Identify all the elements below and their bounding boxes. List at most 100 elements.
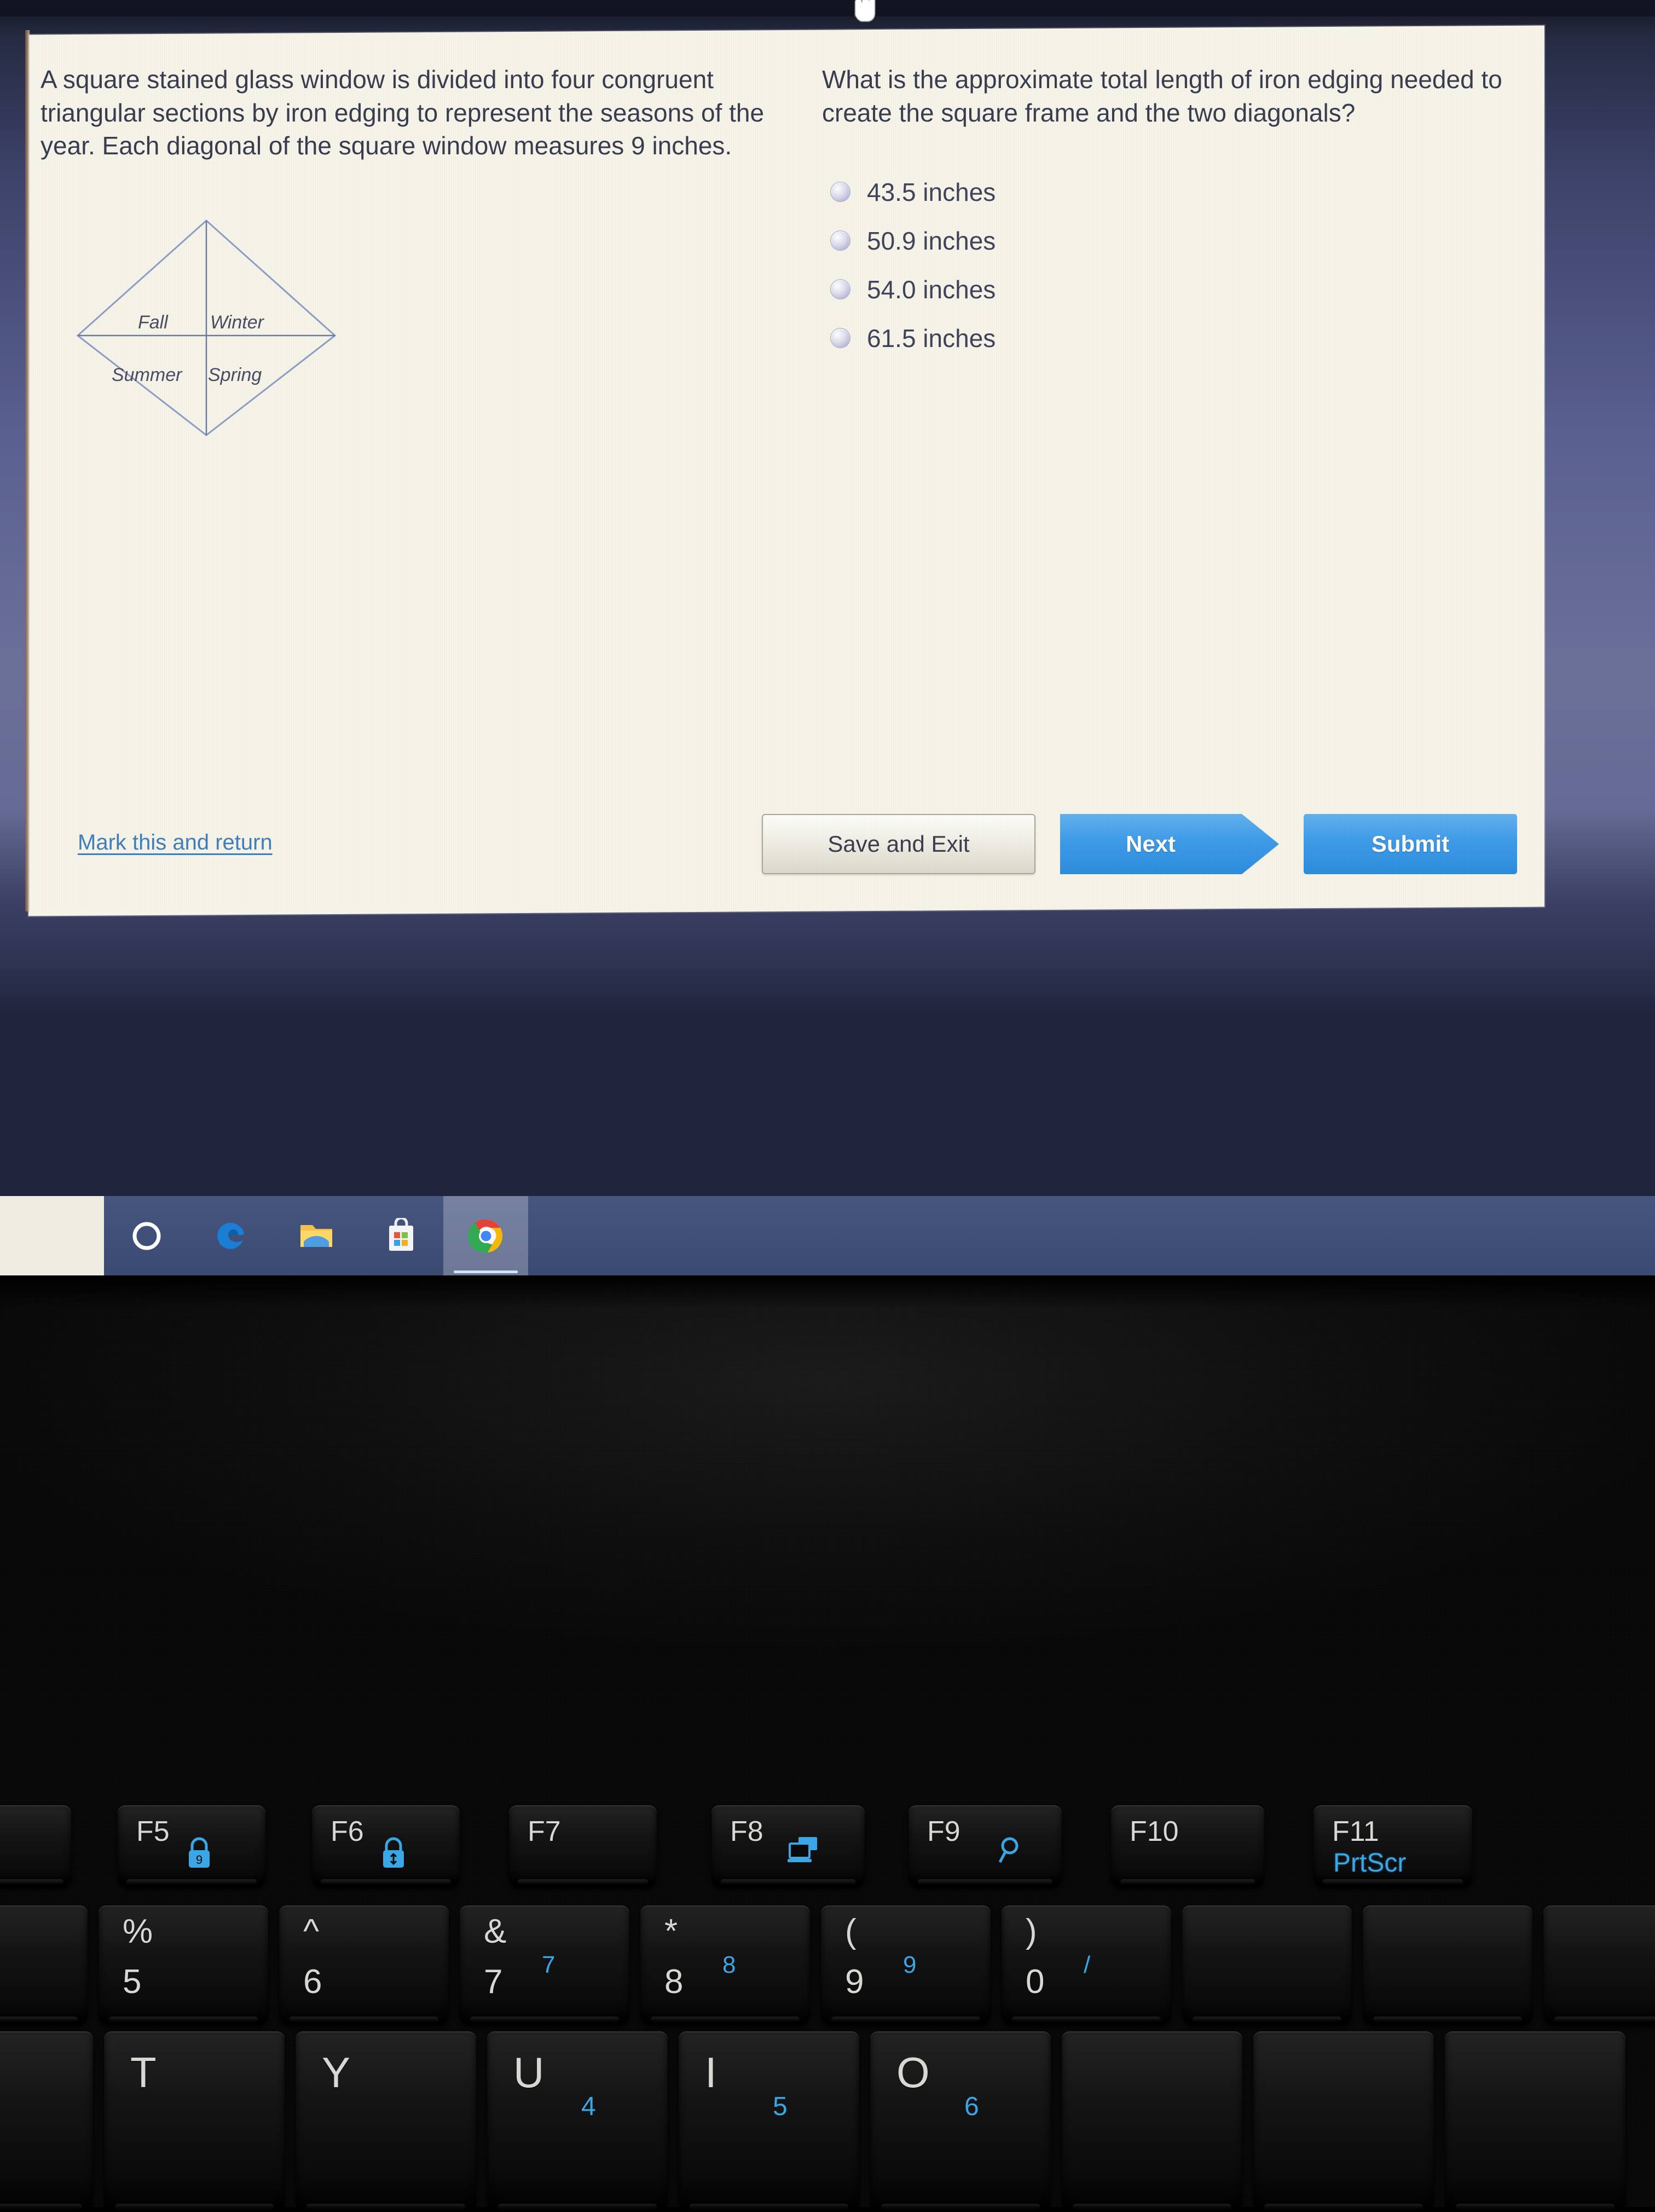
key-8-number: 8 — [664, 1963, 684, 2001]
edge-icon[interactable] — [189, 1196, 274, 1275]
question-prompt-text: What is the approximate total length of … — [822, 65, 1502, 127]
key-y-label: Y — [322, 2048, 351, 2097]
taskbar-left-panel — [0, 1196, 104, 1275]
key-8-symbol: * — [664, 1913, 678, 1950]
radio-button-3[interactable] — [830, 279, 850, 300]
season-label-fall: Fall — [138, 312, 168, 333]
key-o[interactable]: O 6 — [870, 2031, 1051, 2212]
laptop-keyboard: F4 F5 9 F6 — [0, 1801, 1655, 2212]
answer-options-group[interactable]: 43.5 inches 50.9 inches 54.0 inches 61.5… — [822, 168, 1506, 362]
hinge-shadow — [0, 1275, 1655, 1308]
radio-button-1[interactable] — [830, 182, 850, 203]
key-6[interactable]: ^ 6 — [279, 1905, 449, 2025]
next-button[interactable]: Next — [1060, 814, 1279, 874]
assessment-footer: Mark this and return Save and Exit Next … — [28, 796, 1544, 911]
key-o-label: O — [896, 2048, 930, 2097]
svg-text:9: 9 — [196, 1853, 202, 1867]
key-0-symbol: ) — [1026, 1913, 1037, 1950]
key-5[interactable]: % 5 — [99, 1905, 268, 2025]
key-t-label: T — [130, 2048, 157, 2097]
laptop-screen: A square stained glass window is divided… — [0, 0, 1655, 1284]
key-f4[interactable]: F4 — [0, 1805, 71, 1887]
key-f10-label: F10 — [1130, 1816, 1179, 1847]
panel-left-edge — [25, 30, 30, 911]
key-8-numpad-label: 8 — [722, 1951, 736, 1978]
key-u-label: U — [513, 2048, 545, 2097]
season-label-spring: Spring — [208, 365, 262, 385]
key-7-number: 7 — [484, 1963, 503, 2001]
key-minus[interactable] — [1182, 1905, 1352, 2025]
key-f11-label: F11 — [1332, 1816, 1379, 1847]
key-f9[interactable]: F9 — [908, 1805, 1062, 1887]
key-5-number: 5 — [123, 1963, 142, 2001]
submit-button[interactable]: Submit — [1304, 814, 1517, 874]
assessment-panel: A square stained glass window is divided… — [25, 25, 1544, 916]
key-f11[interactable]: F11 PrtScr — [1313, 1805, 1472, 1887]
key-9-number: 9 — [845, 1963, 864, 2001]
key-5-symbol: % — [123, 1913, 153, 1950]
key-f6[interactable]: F6 — [312, 1805, 460, 1887]
search-icon — [996, 1835, 1043, 1870]
function-key-row: F4 F5 9 F6 — [0, 1801, 1655, 1902]
number-key-row: $ % 5 ^ 6 & 7 7 * 8 8 ( 9 9 ) 0 / — [0, 1902, 1655, 2028]
key-9[interactable]: ( 9 9 — [821, 1905, 991, 2025]
answer-option-3[interactable]: 54.0 inches — [830, 265, 1506, 314]
key-6-symbol: ^ — [303, 1913, 320, 1950]
save-and-exit-button[interactable]: Save and Exit — [762, 814, 1035, 874]
answer-option-2[interactable]: 50.9 inches — [830, 216, 1506, 265]
key-8[interactable]: * 8 8 — [640, 1905, 810, 2025]
question-stem-text: A square stained glass window is divided… — [40, 65, 765, 160]
hand-pointer-cursor — [854, 0, 876, 22]
key-9-symbol: ( — [845, 1913, 857, 1950]
key-4[interactable]: $ — [0, 1905, 88, 2025]
key-o-numpad-label: 6 — [964, 2092, 979, 2121]
key-i-numpad-label: 5 — [773, 2092, 788, 2121]
key-f11-prtscr-label: PrtScr — [1333, 1849, 1407, 1878]
diagram-svg — [76, 219, 337, 436]
key-f5-label: F5 — [136, 1816, 170, 1847]
key-7-numpad-label: 7 — [542, 1951, 555, 1978]
key-0-numpad-label: / — [1084, 1951, 1091, 1978]
letter-key-row: R T Y U 4 I 5 O 6 — [0, 2028, 1655, 2212]
key-f7-label: F7 — [528, 1816, 561, 1847]
answer-option-label-2: 50.9 inches — [867, 226, 996, 255]
answer-option-label-4: 61.5 inches — [867, 324, 996, 353]
key-bracket-right[interactable] — [1445, 2031, 1625, 2212]
key-r[interactable]: R — [0, 2031, 93, 2212]
season-label-winter: Winter — [210, 312, 264, 333]
radio-button-4[interactable] — [830, 328, 850, 349]
radio-button-2[interactable] — [830, 230, 850, 251]
key-f5[interactable]: F5 9 — [118, 1805, 265, 1887]
key-i[interactable]: I 5 — [679, 2031, 859, 2212]
key-f8[interactable]: F8 — [711, 1805, 865, 1887]
mark-this-and-return-link[interactable]: Mark this and return — [78, 830, 273, 855]
mic-mute-icon — [0, 1839, 53, 1870]
answer-option-label-3: 54.0 inches — [867, 275, 996, 304]
key-0[interactable]: ) 0 / — [1002, 1905, 1171, 2025]
answer-option-4[interactable]: 61.5 inches — [830, 314, 1506, 362]
keyboard-backlight-icon: 9 — [183, 1836, 247, 1875]
key-backspace[interactable] — [1543, 1905, 1655, 2025]
key-0-number: 0 — [1026, 1963, 1045, 2001]
cortana-icon[interactable] — [104, 1196, 189, 1275]
season-label-summer: Summer — [112, 365, 182, 385]
answer-option-1[interactable]: 43.5 inches — [830, 168, 1506, 216]
key-7[interactable]: & 7 7 — [460, 1905, 629, 2025]
key-p[interactable] — [1062, 2031, 1242, 2212]
key-y[interactable]: Y — [296, 2031, 476, 2212]
key-6-number: 6 — [303, 1963, 322, 2001]
key-f10[interactable]: F10 — [1111, 1805, 1264, 1887]
key-bracket-left[interactable] — [1253, 2031, 1434, 2212]
microsoft-store-icon[interactable] — [358, 1196, 443, 1275]
key-7-symbol: & — [484, 1913, 507, 1950]
key-9-numpad-label: 9 — [903, 1951, 917, 1978]
key-f7[interactable]: F7 — [509, 1805, 657, 1887]
key-u-numpad-label: 4 — [581, 2092, 596, 2121]
stained-glass-square-diagram: Fall Winter Summer Spring — [61, 211, 351, 495]
answer-option-label-1: 43.5 inches — [867, 177, 996, 206]
key-u[interactable]: U 4 — [487, 2031, 668, 2212]
key-t[interactable]: T — [104, 2031, 285, 2212]
file-explorer-icon[interactable] — [274, 1196, 358, 1275]
chrome-icon[interactable] — [443, 1196, 528, 1275]
key-equals[interactable] — [1363, 1905, 1532, 2025]
